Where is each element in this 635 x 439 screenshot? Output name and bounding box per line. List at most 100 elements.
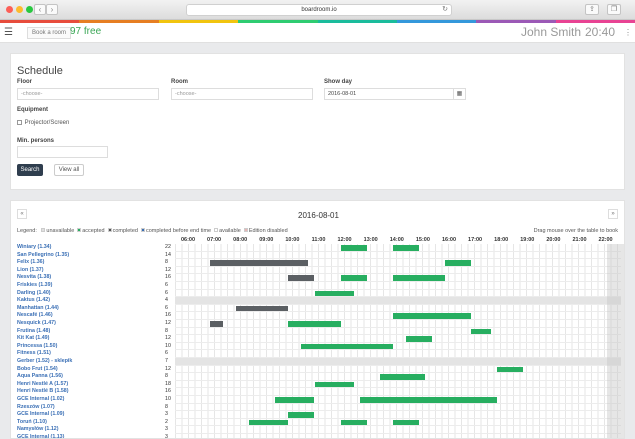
floor-select[interactable]: -choose-: [17, 88, 159, 100]
booking-accepted[interactable]: [314, 381, 354, 388]
booking-accepted[interactable]: [288, 412, 315, 418]
book-room-button[interactable]: Book a room: [27, 27, 72, 39]
next-day-button[interactable]: »: [608, 209, 618, 219]
min-persons-input[interactable]: [17, 146, 108, 158]
room-name[interactable]: Henri Nestlé A (1.57): [17, 381, 68, 389]
apps-grid-icon[interactable]: ⋮⋮: [624, 28, 635, 37]
room-name[interactable]: Felix (1.36): [17, 259, 44, 267]
room-timeline[interactable]: [175, 373, 621, 381]
booking-accepted[interactable]: [497, 366, 524, 373]
room-name[interactable]: Gerber (1.52) - sklepik: [17, 358, 72, 366]
room-timeline[interactable]: [175, 274, 621, 282]
room-timeline[interactable]: [175, 365, 621, 374]
room-timeline[interactable]: [175, 335, 621, 343]
booking-accepted[interactable]: [288, 321, 341, 327]
booking-completed[interactable]: [210, 321, 224, 327]
room-name[interactable]: Nescafé (1.46): [17, 312, 53, 320]
room-timeline[interactable]: [175, 380, 621, 389]
booking-accepted[interactable]: [405, 336, 432, 342]
booking-accepted[interactable]: [471, 328, 491, 335]
room-timeline[interactable]: [175, 327, 621, 336]
room-timeline[interactable]: [175, 403, 621, 412]
room-timeline[interactable]: [175, 304, 621, 313]
booking-accepted[interactable]: [340, 245, 367, 251]
room-name[interactable]: Aqua Panna (1.56): [17, 373, 63, 381]
room-select[interactable]: -choose-: [171, 88, 313, 100]
projector-checkbox-row[interactable]: Projector/Screen: [17, 120, 69, 126]
room-name[interactable]: Namysłów (1.12): [17, 426, 59, 434]
room-name[interactable]: Bobo Frut (1.54): [17, 366, 58, 374]
close-window-icon[interactable]: [6, 6, 13, 13]
room-timeline[interactable]: [175, 282, 621, 290]
room-timeline[interactable]: [175, 396, 621, 404]
room-timeline[interactable]: [175, 388, 621, 396]
booking-accepted[interactable]: [301, 343, 393, 350]
room-name[interactable]: Darling (1.40): [17, 290, 51, 298]
show-day-input[interactable]: 2016-08-01 ▦: [324, 88, 466, 100]
address-bar[interactable]: boardroom.io ↻: [186, 4, 452, 16]
room-name[interactable]: Lion (1.37): [17, 267, 44, 275]
room-timeline[interactable]: [175, 289, 621, 298]
room-timeline[interactable]: [175, 259, 621, 267]
room-name[interactable]: Toruń (1.10): [17, 419, 47, 427]
room-timeline[interactable]: [175, 358, 621, 366]
room-name[interactable]: Winiary (1.34): [17, 244, 51, 252]
room-timeline[interactable]: [175, 251, 621, 260]
booking-accepted[interactable]: [314, 290, 354, 297]
tabs-icon[interactable]: ❐: [607, 4, 621, 15]
room-name[interactable]: Princessa (1.50): [17, 343, 57, 351]
room-name[interactable]: GCE Internal (1.09): [17, 411, 64, 419]
room-timeline[interactable]: [175, 297, 621, 305]
room-timeline[interactable]: [175, 418, 621, 427]
room-name[interactable]: Nesquick (1.47): [17, 320, 56, 328]
view-all-button[interactable]: View all: [54, 164, 84, 176]
room-name[interactable]: Rzeszów (1.07): [17, 404, 55, 412]
calendar-icon[interactable]: ▦: [453, 89, 465, 99]
booking-accepted[interactable]: [360, 397, 498, 403]
room-name[interactable]: GCE Internal (1.13): [17, 434, 64, 438]
booking-accepted[interactable]: [340, 419, 367, 426]
room-timeline[interactable]: [175, 342, 621, 351]
booking-completed[interactable]: [210, 260, 308, 266]
room-name[interactable]: GCE Internal (1.02): [17, 396, 64, 404]
booking-accepted[interactable]: [392, 313, 472, 319]
user-name[interactable]: John Smith: [521, 25, 581, 39]
booking-completed[interactable]: [236, 305, 289, 312]
room-timeline[interactable]: [175, 434, 621, 438]
menu-icon[interactable]: ☰: [4, 27, 13, 38]
room-name[interactable]: Nesvita (1.38): [17, 274, 51, 282]
booking-accepted[interactable]: [379, 374, 426, 380]
booking-accepted[interactable]: [392, 275, 445, 281]
forward-button[interactable]: ›: [46, 4, 58, 15]
room-name[interactable]: Kit Kat (1.49): [17, 335, 49, 343]
room-timeline[interactable]: [175, 244, 621, 252]
room-name[interactable]: Friskies (1.39): [17, 282, 52, 290]
room-timeline[interactable]: [175, 320, 621, 328]
reload-icon[interactable]: ↻: [442, 5, 448, 15]
room-timeline[interactable]: [175, 312, 621, 320]
room-name[interactable]: Frutina (1.48): [17, 328, 50, 336]
room-timeline[interactable]: [175, 426, 621, 434]
room-timeline[interactable]: [175, 411, 621, 419]
search-button[interactable]: Search: [17, 164, 43, 176]
room-capacity: 6: [165, 289, 168, 296]
room-name[interactable]: San Pellegrino (1.35): [17, 252, 69, 260]
room-name[interactable]: Kaktus (1.42): [17, 297, 50, 305]
booking-accepted[interactable]: [392, 245, 419, 251]
booking-accepted[interactable]: [340, 275, 367, 281]
booking-accepted[interactable]: [392, 419, 419, 426]
booking-accepted[interactable]: [275, 397, 315, 403]
booking-completed[interactable]: [288, 275, 315, 281]
room-name[interactable]: Fitness (1.51): [17, 350, 51, 358]
room-timeline[interactable]: [175, 350, 621, 358]
booking-accepted[interactable]: [249, 419, 289, 426]
room-name[interactable]: Henri Nestlé B (1.58): [17, 388, 69, 396]
projector-checkbox[interactable]: [17, 120, 22, 125]
share-icon[interactable]: ⇪: [585, 4, 599, 15]
back-button[interactable]: ‹: [34, 4, 46, 15]
booking-accepted[interactable]: [445, 260, 472, 266]
room-name[interactable]: Manhattan (1.44): [17, 305, 59, 313]
room-timeline[interactable]: [175, 266, 621, 275]
minimize-window-icon[interactable]: [16, 6, 23, 13]
maximize-window-icon[interactable]: [26, 6, 33, 13]
